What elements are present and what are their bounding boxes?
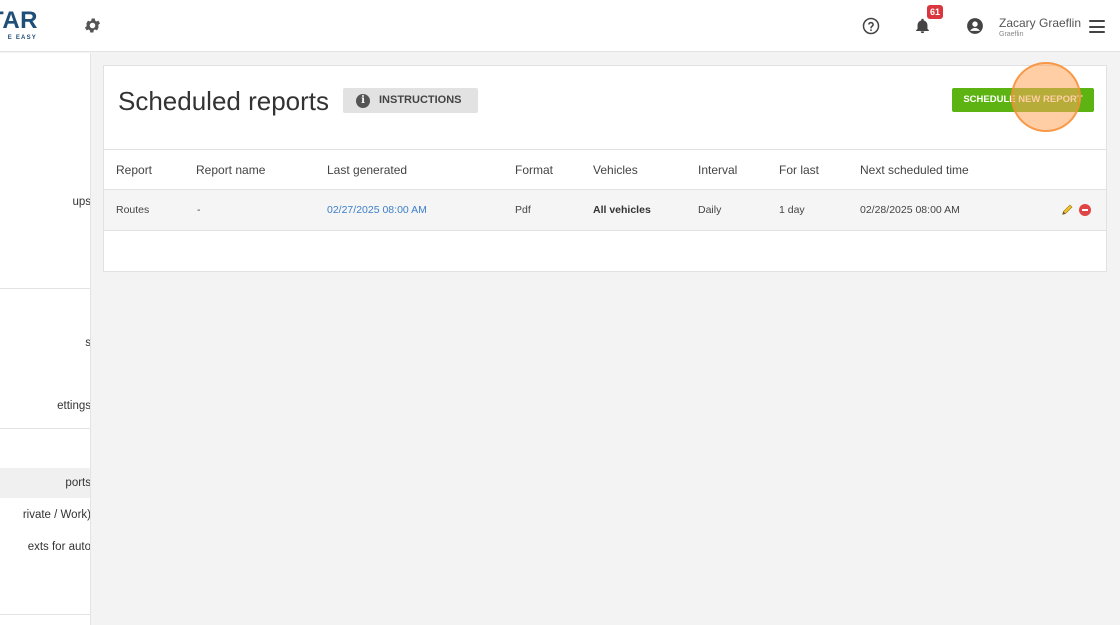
instructions-button[interactable]: i INSTRUCTIONS bbox=[343, 88, 478, 113]
table-row[interactable]: Routes - 02/27/2025 08:00 AM Pdf All veh… bbox=[104, 190, 1106, 231]
sidebar: ups s ettings ports rivate / Work) exts … bbox=[0, 53, 91, 625]
scheduled-reports-card: Scheduled reports i INSTRUCTIONS SCHEDUL… bbox=[103, 62, 1107, 272]
edit-icon[interactable] bbox=[1061, 203, 1074, 216]
user-name[interactable]: Zacary Graeflin bbox=[999, 16, 1081, 30]
user-icon[interactable] bbox=[966, 17, 984, 35]
cell-last-generated-link[interactable]: 02/27/2025 08:00 AM bbox=[327, 204, 427, 216]
table-header: Report Report name Last generated Format… bbox=[104, 149, 1106, 190]
sidebar-item-texts-for-auto[interactable]: exts for auto bbox=[0, 541, 91, 557]
cell-interval: Daily bbox=[698, 204, 722, 216]
cell-report-name: - bbox=[197, 204, 201, 216]
cell-next-scheduled: 02/28/2025 08:00 AM bbox=[860, 204, 960, 216]
notification-badge[interactable]: 61 bbox=[927, 5, 944, 19]
sidebar-item-label: exts for auto bbox=[27, 541, 91, 553]
sidebar-divider bbox=[0, 428, 90, 429]
gear-icon[interactable] bbox=[83, 16, 102, 35]
cell-format: Pdf bbox=[515, 204, 531, 216]
sidebar-item-groups[interactable]: ups bbox=[0, 196, 91, 212]
sidebar-item-private-work[interactable]: rivate / Work) bbox=[0, 509, 91, 525]
info-icon: i bbox=[356, 94, 370, 108]
column-header-for-last: For last bbox=[779, 163, 820, 177]
delete-icon[interactable] bbox=[1079, 204, 1091, 216]
sidebar-divider bbox=[0, 614, 90, 615]
sidebar-item-reports[interactable]: ports bbox=[0, 477, 91, 493]
column-header-format: Format bbox=[515, 163, 554, 177]
cell-vehicles: All vehicles bbox=[593, 204, 651, 216]
schedule-new-report-button[interactable]: SCHEDULE NEW REPORT bbox=[952, 88, 1094, 112]
sidebar-item-label: ups bbox=[72, 196, 91, 208]
sidebar-item-label: rivate / Work) bbox=[22, 509, 91, 521]
cell-for-last: 1 day bbox=[779, 204, 805, 216]
sidebar-item-label: ettings bbox=[57, 400, 91, 412]
column-header-next-scheduled: Next scheduled time bbox=[860, 163, 969, 177]
sidebar-item-label: ports bbox=[65, 477, 91, 489]
user-company: Graeflin bbox=[999, 31, 1024, 38]
logo[interactable]: TAR E EASY bbox=[0, 8, 40, 44]
column-header-interval: Interval bbox=[698, 163, 738, 177]
help-icon[interactable] bbox=[862, 17, 880, 35]
column-header-report: Report bbox=[116, 163, 153, 177]
cell-report: Routes bbox=[116, 204, 150, 216]
top-bar: TAR E EASY 61 Zacary Graeflin Graeflin bbox=[0, 0, 1120, 52]
sidebar-item-label: s bbox=[85, 337, 91, 349]
bell-icon[interactable] bbox=[914, 17, 931, 35]
menu-icon[interactable] bbox=[1089, 20, 1105, 33]
logo-tagline: E EASY bbox=[7, 35, 37, 41]
page-title: Scheduled reports bbox=[118, 86, 330, 116]
sidebar-item-settings[interactable]: ettings bbox=[0, 400, 91, 416]
logo-text: TAR bbox=[0, 8, 38, 34]
column-header-vehicles: Vehicles bbox=[593, 163, 638, 177]
sidebar-item-s[interactable]: s bbox=[0, 337, 91, 353]
instructions-label: INSTRUCTIONS bbox=[379, 94, 462, 106]
column-header-report-name: Report name bbox=[196, 163, 266, 177]
column-header-last-generated: Last generated bbox=[327, 163, 408, 177]
sidebar-divider bbox=[0, 288, 90, 289]
